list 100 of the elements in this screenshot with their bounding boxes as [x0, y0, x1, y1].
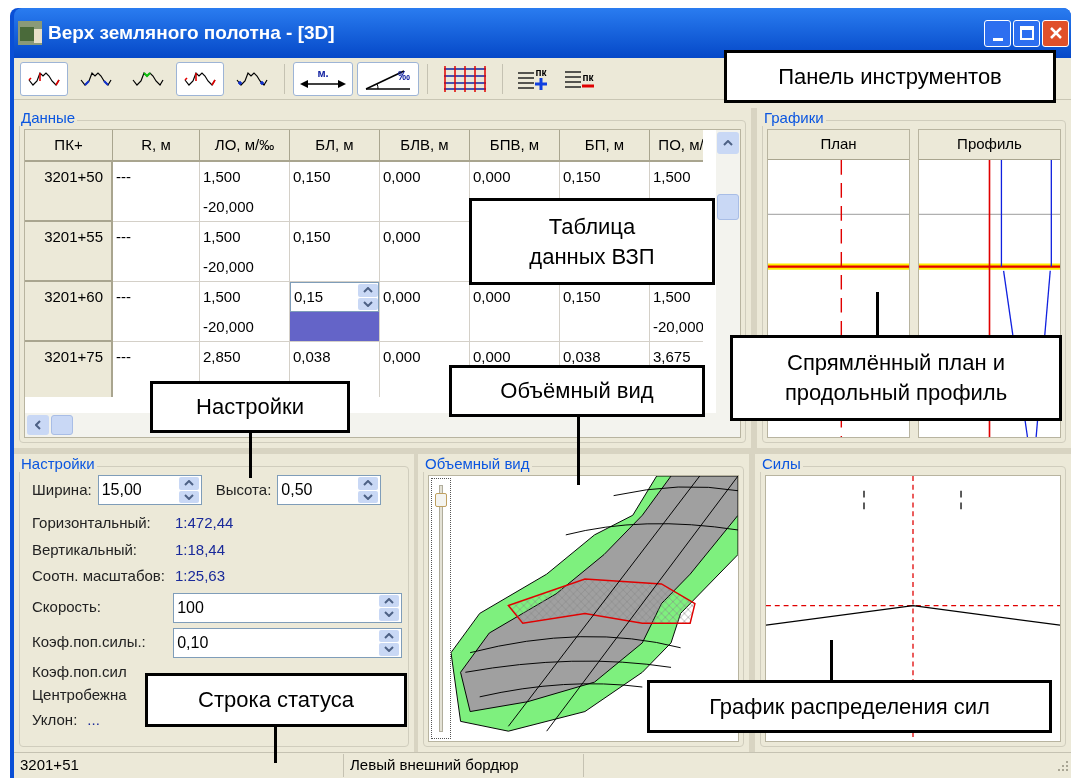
- row-header[interactable]: 3201+75: [25, 342, 113, 397]
- row-header[interactable]: 3201+55: [25, 222, 113, 282]
- column-header[interactable]: R, м: [113, 130, 200, 162]
- chevron-down-icon: [363, 300, 373, 307]
- list-lines-icon: [518, 69, 534, 90]
- slider-thumb[interactable]: [435, 492, 447, 507]
- callout-label: График распределения сил: [647, 680, 1052, 733]
- scale-label: Соотн. масштабов:: [32, 566, 165, 586]
- double-arrow-icon: [300, 79, 346, 89]
- toolbar-button[interactable]: [176, 61, 224, 96]
- callout-label: Спрямлённый план и продольный профиль: [730, 335, 1062, 421]
- leader-line: [577, 417, 580, 485]
- spin-up-button[interactable]: [379, 629, 399, 642]
- table-cell: 1,500 -20,000: [200, 282, 290, 342]
- pk-label: пк: [535, 67, 547, 78]
- chart-header: Профиль: [919, 130, 1060, 160]
- resize-grip-icon: [1057, 759, 1069, 772]
- leader-line: [249, 433, 252, 478]
- maximize-icon: [1019, 26, 1034, 40]
- table-cell: 1,500 -20,000: [200, 222, 290, 282]
- spin-down-button[interactable]: [379, 643, 399, 656]
- group-title: Объемный вид: [423, 456, 532, 472]
- toolbar-button[interactable]: [20, 61, 68, 96]
- spin-down-button[interactable]: [358, 297, 378, 310]
- spin-field[interactable]: 0,10: [173, 627, 402, 658]
- callout-label: Таблица данных ВЗП: [469, 198, 715, 285]
- field-label: Ширина:: [32, 479, 92, 500]
- table-cell: 0,150: [290, 222, 380, 282]
- slope-value: ...: [87, 709, 100, 730]
- callout-label: Настройки: [150, 381, 350, 433]
- toolbar-button[interactable]: пк: [558, 61, 601, 96]
- toolbar-button[interactable]: м.: [293, 61, 353, 96]
- chevron-up-icon: [723, 140, 733, 146]
- scroll-thumb[interactable]: [51, 415, 73, 435]
- field-label: Уклон:: [32, 709, 78, 730]
- field-label: Коэф.поп.силы.:: [32, 632, 147, 653]
- plus-icon: [535, 77, 547, 90]
- grid-icon: [443, 65, 487, 92]
- spin-down-button[interactable]: [178, 490, 199, 503]
- chevron-up-icon: [363, 480, 374, 487]
- scale-value: 1:25,63: [175, 566, 227, 586]
- cell-spin-field[interactable]: 0,15: [290, 282, 379, 312]
- minimize-icon: [992, 37, 1003, 41]
- group-title: Настройки: [19, 456, 97, 472]
- scroll-up-button[interactable]: [717, 132, 739, 154]
- group-title: Графики: [762, 110, 826, 126]
- callout-label: Строка статуса: [145, 673, 407, 727]
- column-header[interactable]: БП, м: [560, 130, 650, 162]
- permille-label: ‰: [398, 69, 410, 82]
- spin-field[interactable]: 0,50: [277, 475, 382, 505]
- unit-label: м.: [317, 68, 329, 79]
- field-label: Высота:: [215, 479, 272, 500]
- column-header[interactable]: ЛО, м/‰: [200, 130, 290, 162]
- scale-label: Вертикальный:: [32, 539, 139, 560]
- table-cell: 0,150: [290, 162, 380, 222]
- column-header[interactable]: БЛ, м: [290, 130, 380, 162]
- scroll-left-button[interactable]: [27, 415, 49, 435]
- callout-label: Объёмный вид: [449, 365, 705, 417]
- column-header[interactable]: ПК+: [25, 130, 113, 162]
- group-title: Данные: [19, 110, 78, 126]
- column-header[interactable]: БЛВ, м: [380, 130, 470, 162]
- row-header[interactable]: 3201+60: [25, 282, 113, 342]
- spin-up-button[interactable]: [178, 477, 199, 490]
- close-icon: [1048, 26, 1063, 40]
- column-header[interactable]: ПО, м/: [650, 130, 703, 162]
- chart-header: План: [768, 130, 909, 160]
- spin-up-button[interactable]: [358, 477, 379, 490]
- table-cell: ---: [113, 222, 200, 282]
- table-cell: 0,000: [380, 162, 470, 222]
- toolbar-button[interactable]: ‰: [357, 61, 419, 96]
- spin-field[interactable]: 100: [173, 592, 402, 623]
- info-text: Коэф.поп.сил: [32, 662, 127, 681]
- maximize-button[interactable]: [1013, 19, 1040, 47]
- spin-down-button[interactable]: [358, 490, 379, 503]
- table-cell: ---: [113, 162, 200, 222]
- leader-line: [274, 727, 277, 763]
- spin-field[interactable]: 15,00: [97, 475, 202, 505]
- close-button[interactable]: [1042, 19, 1069, 47]
- minimize-button[interactable]: [984, 19, 1011, 47]
- zoom-slider[interactable]: [431, 478, 451, 739]
- table-cell: 1,500 -20,000: [200, 162, 290, 222]
- app-logo-icon: [18, 21, 42, 45]
- chevron-up-icon: [384, 632, 394, 639]
- table-cell: 0,150: [560, 282, 650, 342]
- spin-down-button[interactable]: [379, 608, 399, 621]
- column-header[interactable]: БПВ, м: [470, 130, 560, 162]
- chevron-up-icon: [363, 287, 373, 294]
- scale-value: 1:18,44: [175, 539, 227, 560]
- status-text: Левый внешний бордюр: [344, 754, 584, 777]
- table-cell: 0,000: [380, 282, 470, 342]
- chevron-left-icon: [35, 420, 41, 430]
- leader-line: [876, 292, 879, 335]
- spin-up-button[interactable]: [358, 284, 378, 297]
- chevron-down-icon: [384, 646, 394, 653]
- leader-line: [830, 640, 833, 680]
- scroll-thumb[interactable]: [717, 194, 739, 220]
- scale-value: 1:472,44: [175, 513, 235, 533]
- spin-up-button[interactable]: [379, 594, 399, 607]
- toolbar-button[interactable]: пк: [511, 61, 554, 96]
- row-header[interactable]: 3201+50: [25, 162, 113, 222]
